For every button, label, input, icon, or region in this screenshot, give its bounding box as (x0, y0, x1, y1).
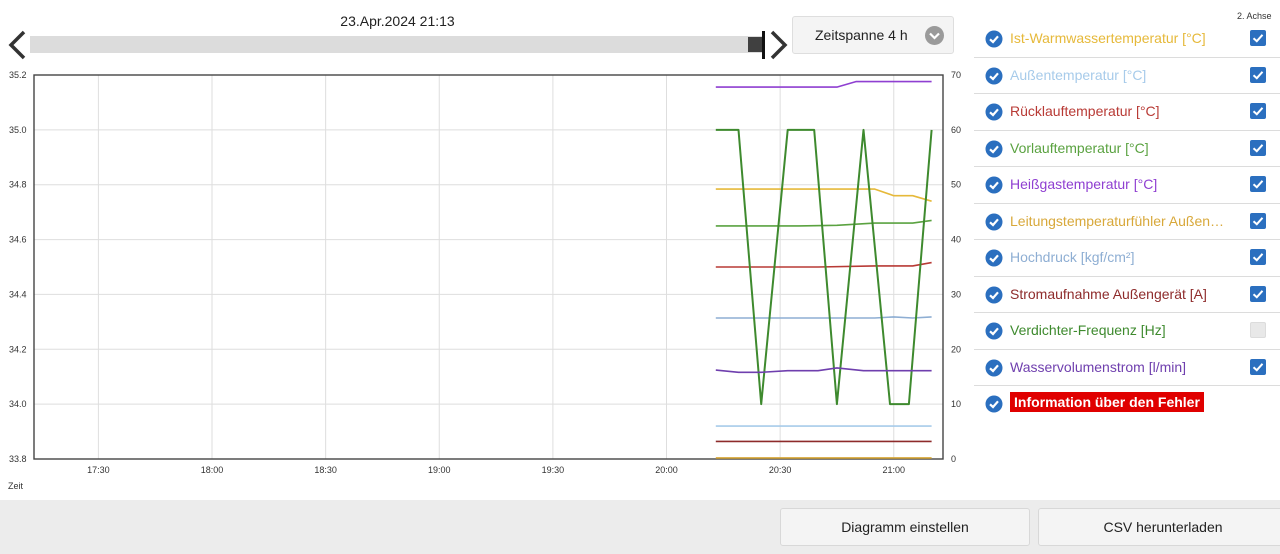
x-tick-label: 20:00 (655, 465, 678, 475)
y-tick-label: 34.4 (9, 289, 27, 299)
error-info-label: Information über den Fehler (1010, 392, 1204, 412)
y2-tick-label: 40 (951, 235, 961, 245)
check-circle-icon[interactable] (985, 30, 1003, 48)
series-line (715, 261, 932, 268)
legend-item-label: Leitungstemperaturfühler Außengerät [°C] (1010, 212, 1225, 229)
second-axis-checkbox[interactable] (1250, 103, 1266, 119)
legend-item[interactable]: Verdichter-Frequenz [Hz] (974, 313, 1280, 350)
y2-tick-label: 60 (951, 125, 961, 135)
timeline-slider-handle[interactable] (748, 37, 762, 52)
x-tick-label: 17:30 (87, 465, 110, 475)
legend-item-label: Heißgastemperatur [°C] (1010, 176, 1158, 192)
y2-tick-label: 70 (951, 70, 961, 80)
x-tick-label: 19:00 (428, 465, 451, 475)
y2-tick-label: 0 (951, 454, 956, 464)
legend-item-label: Hochdruck [kgf/cm²] (1010, 249, 1135, 265)
check-circle-icon[interactable] (985, 176, 1003, 194)
legend-item[interactable]: Wasservolumenstrom [l/min] (974, 350, 1280, 386)
second-axis-checkbox[interactable] (1250, 66, 1266, 83)
legend-item[interactable]: Ist-Warmwassertemperatur [°C] (974, 21, 1280, 58)
y-tick-label: 35.0 (9, 125, 27, 135)
second-axis-checkbox[interactable] (1250, 249, 1266, 265)
chart-series (715, 80, 933, 459)
series-line (715, 316, 932, 319)
chevron-down-icon (925, 26, 944, 45)
second-axis-checkbox[interactable] (1250, 358, 1266, 375)
y2-tick-label: 10 (951, 399, 961, 409)
x-axis-caption: Zeit (8, 481, 24, 491)
check-circle-icon[interactable] (985, 249, 1003, 267)
chevron-right-icon (770, 30, 788, 60)
series-line (715, 219, 932, 227)
legend-item[interactable]: Heißgastemperatur [°C] (974, 167, 1280, 204)
legend-item-label: Wasservolumenstrom [l/min] (1010, 358, 1187, 375)
y-tick-label: 33.8 (9, 454, 27, 464)
check-circle-icon[interactable] (985, 213, 1003, 231)
legend-item-label: Verdichter-Frequenz [Hz] (1010, 322, 1166, 338)
check-circle-icon[interactable] (985, 140, 1003, 158)
legend-item[interactable]: Hochdruck [kgf/cm²] (974, 240, 1280, 277)
x-tick-label: 19:30 (542, 465, 565, 475)
legend-item-label: Rücklauftemperatur [°C] (1010, 103, 1160, 119)
legend-item-label: Ist-Warmwassertemperatur [°C] (1010, 30, 1206, 46)
y-tick-label: 35.2 (9, 70, 27, 80)
second-axis-checkbox[interactable] (1250, 30, 1266, 46)
legend-item-label: Stromaufnahme Außengerät [A] (1010, 285, 1207, 302)
x-tick-label: 21:00 (882, 465, 905, 475)
y2-tick-label: 20 (951, 344, 961, 354)
chevron-left-icon (8, 30, 26, 60)
series-line (715, 80, 932, 88)
legend-item[interactable]: Rücklauftemperatur [°C] (974, 94, 1280, 131)
current-timestamp: 23.Apr.2024 21:13 (340, 13, 455, 29)
x-tick-label: 18:30 (314, 465, 337, 475)
second-axis-checkbox[interactable] (1250, 322, 1266, 338)
check-circle-icon[interactable] (985, 103, 1003, 121)
error-info-item[interactable]: Information über den Fehler (974, 386, 1280, 422)
y-tick-label: 34.8 (9, 180, 27, 190)
y2-tick-label: 50 (951, 180, 961, 190)
legend-item-label: Vorlauftemperatur [°C] (1010, 139, 1149, 156)
check-circle-icon[interactable] (985, 322, 1003, 340)
configure-chart-button[interactable]: Diagramm einstellen (780, 508, 1030, 546)
y-tick-label: 34.6 (9, 235, 27, 245)
legend-item[interactable]: Stromaufnahme Außengerät [A] (974, 277, 1280, 313)
line-chart: 17:30 18:00 18:30 19:00 19:30 20:00 20:30 21:00… (9, 70, 961, 475)
second-axis-checkbox[interactable] (1250, 285, 1266, 302)
y-tick-label: 34.0 (9, 399, 27, 409)
check-circle-icon[interactable] (985, 67, 1003, 85)
timespan-label: Zeitspanne 4 h (815, 27, 908, 43)
series-line (715, 188, 932, 202)
y2-tick-label: 30 (951, 289, 961, 299)
download-csv-button[interactable]: CSV herunterladen (1038, 508, 1280, 546)
chart-axes: 17:30 18:00 18:30 19:00 19:30 20:00 20:30 21:00… (9, 70, 961, 475)
x-tick-label: 18:00 (201, 465, 224, 475)
timeline-slider[interactable] (30, 36, 762, 53)
next-period-button[interactable] (766, 28, 792, 62)
timespan-dropdown[interactable]: Zeitspanne 4 h (792, 16, 954, 54)
y-tick-label: 34.2 (9, 344, 27, 354)
check-circle-icon[interactable] (985, 286, 1003, 304)
legend-item[interactable]: Leitungstemperaturfühler Außengerät [°C] (974, 204, 1280, 240)
second-axis-caption: 2. Achse (1237, 11, 1272, 21)
chart-panel: 23.Apr.2024 21:13 Zeitspanne 4 h 17:30 18… (0, 0, 1280, 500)
series-legend: Ist-Warmwassertemperatur [°C] Außentemper… (974, 21, 1280, 422)
x-tick-label: 20:30 (769, 465, 792, 475)
second-axis-checkbox[interactable] (1250, 139, 1266, 156)
check-circle-icon[interactable] (985, 359, 1003, 377)
check-circle-icon[interactable] (985, 395, 1003, 413)
legend-item-label: Außentemperatur [°C] (1010, 66, 1147, 83)
timeline-current-marker[interactable] (762, 31, 765, 59)
legend-item[interactable]: Außentemperatur [°C] (974, 58, 1280, 94)
legend-item[interactable]: Vorlauftemperatur [°C] (974, 131, 1280, 167)
series-line (715, 367, 932, 374)
second-axis-checkbox[interactable] (1250, 176, 1266, 192)
previous-period-button[interactable] (4, 28, 30, 62)
second-axis-checkbox[interactable] (1250, 212, 1266, 229)
